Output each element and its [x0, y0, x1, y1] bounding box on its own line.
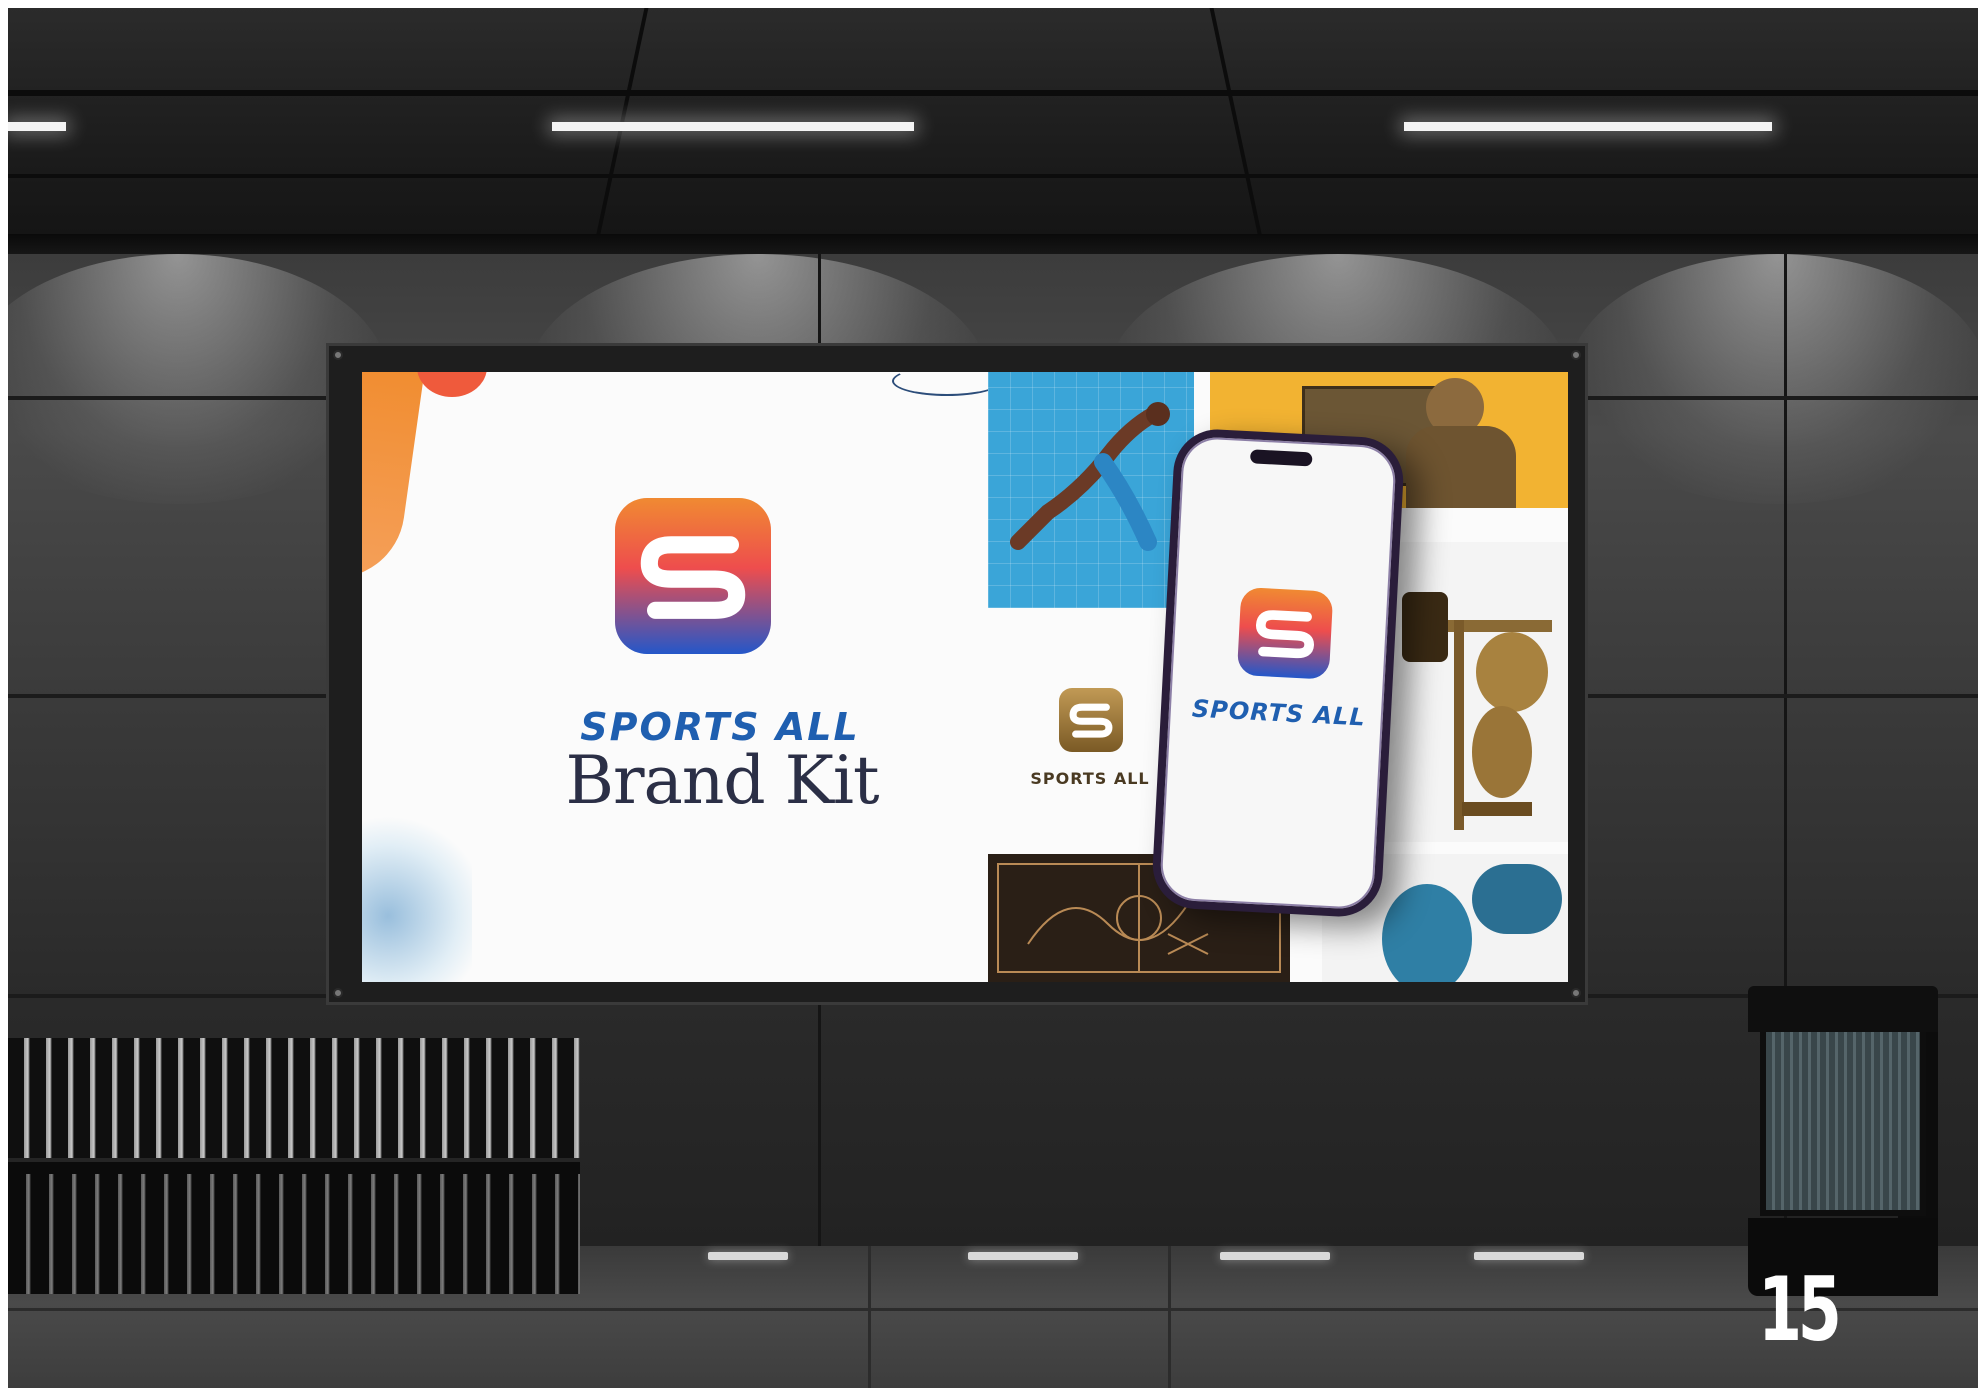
- floor-light: [968, 1252, 1078, 1260]
- ceiling-light: [8, 122, 66, 131]
- floor-seam: [868, 1246, 871, 1388]
- sports-all-s-logo-phone-icon: [1236, 586, 1334, 680]
- orange-swoosh-decoration: [362, 372, 429, 588]
- wall-light-glow: [1568, 254, 1978, 504]
- floor-seam: [1168, 1246, 1171, 1388]
- page-number: 15: [1758, 1258, 1842, 1361]
- frame-bolt: [333, 350, 343, 360]
- curve-line-decoration: [892, 372, 1002, 396]
- ceiling: [8, 8, 1978, 246]
- red-circle-decoration: [417, 372, 487, 397]
- sports-all-s-logo-gold-icon: [1059, 688, 1123, 752]
- ceiling-edge: [8, 234, 1978, 254]
- trash-bin-body: [1760, 1026, 1926, 1216]
- frame-bolt: [1571, 350, 1581, 360]
- runner-illustration-tile: [988, 372, 1194, 608]
- floor-seam: [8, 1308, 1978, 1311]
- sprinter-icon: [1010, 402, 1170, 551]
- frame-bolt: [1571, 988, 1581, 998]
- bench-seat: [8, 1174, 580, 1294]
- ceiling-light: [552, 122, 914, 131]
- athlete-arm: [1472, 864, 1562, 934]
- ceiling-light: [1404, 122, 1772, 131]
- phone-mockup: SPORTS ALL: [1150, 427, 1406, 919]
- sports-all-s-logo-icon: [615, 498, 771, 654]
- bench: [8, 1038, 580, 1300]
- trash-bin-lid: [1748, 986, 1938, 1032]
- ceiling-seam: [8, 90, 1978, 96]
- coach-body: [1406, 426, 1516, 508]
- trash-bin: [1748, 986, 1938, 1296]
- blue-paint-splash: [362, 802, 472, 982]
- brand-kit-headline: Brand Kit: [565, 742, 879, 819]
- floor-light: [1474, 1252, 1584, 1260]
- gold-logo-label: SPORTS ALL: [1030, 769, 1150, 788]
- phone-logo-label: SPORTS ALL: [1191, 694, 1367, 732]
- athlete-head: [1382, 884, 1472, 982]
- ceiling-seam: [8, 174, 1978, 178]
- weightlifter-icon: [1402, 592, 1552, 830]
- bench-rail: [8, 1162, 580, 1174]
- floor-light: [708, 1252, 788, 1260]
- frame-bolt: [333, 988, 343, 998]
- ceiling-seam: [1209, 8, 1263, 238]
- phone-notch: [1249, 449, 1313, 467]
- bench-backrest: [8, 1038, 580, 1158]
- floor-light: [1220, 1252, 1330, 1260]
